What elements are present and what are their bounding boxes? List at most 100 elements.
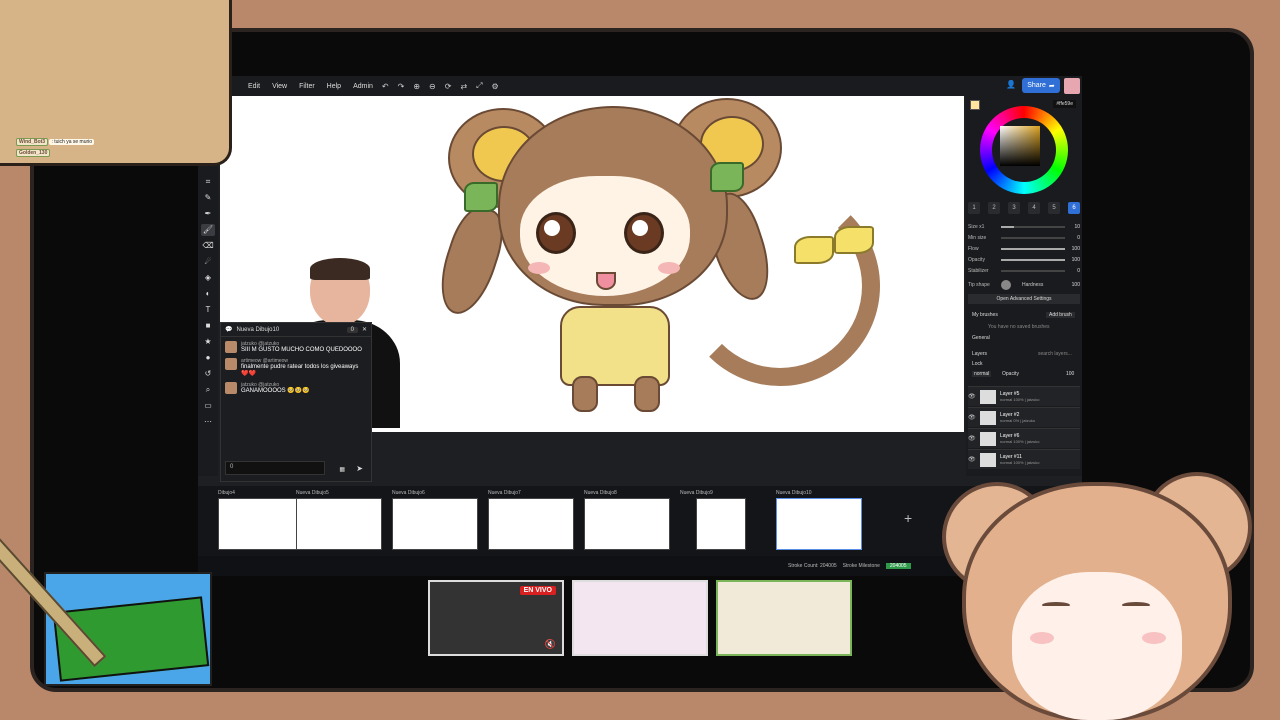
hardness-value: 100 (1071, 282, 1080, 288)
prop-stabilizer[interactable]: Stabilizer 0 (968, 266, 1080, 276)
drawing-tab[interactable]: Dibujo4 (216, 488, 306, 560)
stream-thumb[interactable] (716, 580, 852, 656)
zoom-out-icon[interactable]: ⊖ (429, 82, 436, 91)
menu-help[interactable]: Help (327, 83, 341, 90)
character-ribbon-left (464, 182, 498, 212)
hex-value[interactable]: #ffe59e (1053, 100, 1076, 108)
zoom-in-icon[interactable]: ⊕ (413, 82, 420, 91)
fill-icon[interactable]: ◈ (201, 272, 215, 284)
user-icon[interactable]: 👤 (1006, 80, 1016, 89)
gif-icon[interactable]: ▦ (339, 466, 345, 473)
brush-preset[interactable]: 5 (1048, 202, 1060, 214)
text-icon[interactable]: T (201, 304, 215, 316)
crop-icon[interactable]: ⌗ (201, 176, 215, 188)
more-icon[interactable]: ⋯ (201, 416, 215, 428)
character-tail-bow (834, 226, 874, 254)
brush-presets: 1 2 3 4 5 6 (968, 202, 1080, 214)
search-layers-input[interactable]: search layers... (1038, 351, 1072, 357)
circle-icon[interactable]: ● (201, 352, 215, 364)
prop-slider[interactable] (1001, 248, 1065, 250)
drawing-tab-label: Nueva Dibujo9 (680, 490, 713, 496)
eyedropper-icon[interactable]: ✎ (201, 192, 215, 204)
stream-thumb[interactable] (572, 580, 708, 656)
layer-thumbnail (980, 389, 996, 404)
prop-size[interactable]: Size x1 10 (968, 222, 1080, 232)
smudge-icon[interactable]: ☄ (201, 256, 215, 268)
pen-icon[interactable]: ✒ (201, 208, 215, 220)
brush-preset[interactable]: 6 (1068, 202, 1080, 214)
live-badge: EN VIVO (519, 586, 556, 595)
brush-preset[interactable]: 1 (968, 202, 980, 214)
menu-edit[interactable]: Edit (248, 83, 260, 90)
settings-icon[interactable]: ⚙ (492, 82, 499, 91)
plus-icon[interactable]: + (904, 510, 912, 526)
drawing-tab-active[interactable]: Nueva Dibujo10 (774, 488, 864, 560)
eye-icon[interactable]: 👁 (968, 435, 976, 442)
layer-row[interactable]: 👁 Layer #2 normal 0% | jatzuko (968, 407, 1080, 427)
comment-icon[interactable]: ▭ (201, 400, 215, 412)
shape-icon[interactable]: ■ (201, 320, 215, 332)
brush-icon[interactable]: 🖌 (201, 224, 215, 236)
drawing-tab[interactable]: Nueva Dibujo6 (390, 488, 480, 560)
tip-shape-circle-icon[interactable] (1001, 280, 1011, 290)
history-icon[interactable]: ↺ (201, 368, 215, 380)
prop-slider[interactable] (1001, 237, 1065, 239)
gradient-icon[interactable]: ◐ (201, 288, 215, 300)
undo-icon[interactable]: ↶ (382, 82, 389, 91)
star-icon[interactable]: ★ (201, 336, 215, 348)
layer-info: normal 0% | jatzuko (1000, 418, 1036, 423)
brush-preset[interactable]: 3 (1008, 202, 1020, 214)
fit-icon[interactable]: ⤢ (476, 81, 482, 91)
send-icon[interactable]: ➤ (356, 464, 363, 473)
drawing-tab-thumbnail (218, 498, 304, 550)
avatar[interactable] (1064, 78, 1080, 94)
brush-preset[interactable]: 4 (1028, 202, 1040, 214)
chat-input[interactable]: 0 (225, 461, 325, 475)
blend-mode-select[interactable]: normal (972, 371, 992, 377)
prop-slider-fill (1001, 259, 1065, 261)
prop-label: Min size (968, 235, 987, 241)
vtuber-face (1012, 572, 1182, 720)
general-section[interactable]: General (972, 335, 990, 341)
prop-slider[interactable] (1001, 270, 1065, 272)
my-brushes-label[interactable]: My brushes (972, 312, 998, 318)
share-button[interactable]: Share ➦ (1022, 78, 1060, 93)
rotate-icon[interactable]: ⟳ (445, 82, 452, 91)
vtuber-eye-left (1042, 602, 1070, 608)
prop-opacity[interactable]: Opacity 100 (968, 255, 1080, 265)
menu-view[interactable]: View (272, 83, 287, 90)
search-icon[interactable]: ⌕ (201, 384, 215, 396)
chat-message: artimeow @artimeow finalmente pudre rate… (221, 354, 371, 378)
eye-icon[interactable]: 👁 (968, 393, 976, 400)
chat-header: 💬 Nueva Dibujo10 0 ✕ (221, 323, 371, 337)
layer-row[interactable]: 👁 Layer #5 normal 100% | jatzuko (968, 386, 1080, 406)
vtuber-avatar (932, 462, 1262, 720)
brush-preset[interactable]: 2 (988, 202, 1000, 214)
add-brush-button[interactable]: Add brush (1046, 312, 1075, 318)
prop-slider[interactable] (1001, 259, 1065, 261)
live-preview-thumb[interactable]: EN VIVO 🔇 (428, 580, 564, 656)
flip-icon[interactable]: ⇄ (460, 82, 467, 91)
overlay-chat-user: Wind_Bot3 (16, 138, 49, 146)
advanced-settings-button[interactable]: Open Advanced Settings (968, 294, 1080, 304)
layers-label: Layers (972, 351, 988, 357)
eraser-icon[interactable]: ⌫ (201, 240, 215, 252)
prop-slider[interactable] (1001, 226, 1065, 228)
color-wheel[interactable] (980, 106, 1068, 194)
menu-filter[interactable]: Filter (299, 83, 315, 90)
prop-min-size[interactable]: Min size 0 (968, 233, 1080, 243)
saturation-square[interactable] (1000, 126, 1040, 166)
drawing-tab[interactable]: Nueva Dibujo7 (486, 488, 576, 560)
character-cheek (658, 262, 680, 274)
menu-admin[interactable]: Admin (353, 83, 373, 90)
eye-icon[interactable]: 👁 (968, 414, 976, 421)
mute-icon[interactable]: 🔇 (545, 639, 556, 650)
close-icon[interactable]: ✕ (362, 326, 367, 333)
drawing-tab[interactable]: Nueva Dibujo5 (294, 488, 384, 560)
prop-flow[interactable]: Flow 100 (968, 244, 1080, 254)
drawing-tab[interactable]: Nueva Dibujo8 (582, 488, 672, 560)
layer-row[interactable]: 👁 Layer #6 normal 100% | jatzuko (968, 428, 1080, 448)
redo-icon[interactable]: ↷ (398, 82, 405, 91)
drawing-tab[interactable]: Nueva Dibujo9 (678, 488, 768, 560)
color-swatch[interactable] (970, 100, 980, 110)
